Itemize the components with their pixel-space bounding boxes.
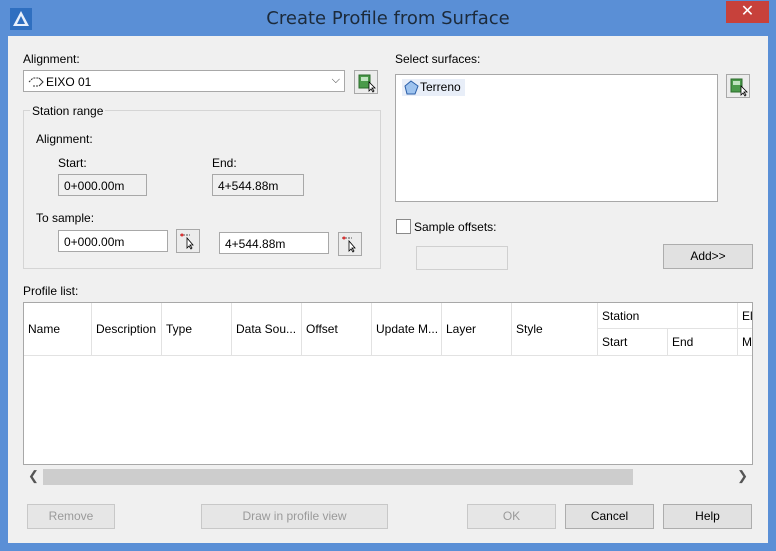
dialog-window: Create Profile from Surface ✕ Alignment:…: [0, 0, 776, 551]
pick-from-drawing-icon: [730, 78, 748, 97]
sample-offsets-label: Sample offsets:: [414, 220, 497, 234]
header-divider: [24, 355, 752, 356]
alignment-combobox[interactable]: EIXO 01 ⌵: [23, 70, 345, 92]
pick-station-icon: [342, 236, 356, 253]
surface-name: Terreno: [420, 80, 461, 94]
column-header-data-source[interactable]: Data Sou...: [232, 303, 302, 355]
surface-icon: [404, 80, 419, 95]
pick-surface-button[interactable]: [726, 74, 750, 98]
start-label: Start:: [58, 156, 87, 170]
column-header-station-start[interactable]: Start: [598, 329, 668, 355]
title-bar: Create Profile from Surface ✕: [0, 0, 776, 36]
surface-list-item[interactable]: Terreno: [402, 79, 465, 96]
scrollbar-thumb[interactable]: [43, 469, 633, 485]
help-button[interactable]: Help: [663, 504, 752, 529]
end-label: End:: [212, 156, 237, 170]
alignment-label: Alignment:: [23, 52, 80, 66]
to-sample-label: To sample:: [36, 211, 95, 225]
pick-sample-start-button[interactable]: [176, 229, 200, 253]
sample-offsets-input[interactable]: [416, 246, 508, 270]
start-station-readonly: 0+000.00m: [58, 174, 147, 196]
scroll-left-icon[interactable]: ❮: [28, 468, 39, 484]
pick-sample-end-button[interactable]: [338, 232, 362, 256]
pick-alignment-button[interactable]: [354, 70, 378, 94]
column-header-offset[interactable]: Offset: [302, 303, 372, 355]
remove-button[interactable]: Remove: [27, 504, 115, 529]
window-title: Create Profile from Surface: [266, 8, 510, 29]
alignment-icon: [28, 77, 44, 87]
add-button[interactable]: Add>>: [663, 244, 753, 269]
cancel-button[interactable]: Cancel: [565, 504, 654, 529]
column-group-station: Station: [598, 303, 738, 329]
column-header-style[interactable]: Style: [512, 303, 598, 355]
column-header-name[interactable]: Name: [24, 303, 92, 355]
scroll-right-icon[interactable]: ❯: [737, 468, 748, 484]
column-header-elevation-min[interactable]: M: [738, 329, 752, 355]
ok-button[interactable]: OK: [467, 504, 556, 529]
sample-start-input[interactable]: 0+000.00m: [58, 230, 168, 252]
station-range-label: Station range: [30, 104, 106, 118]
end-station-readonly: 4+544.88m: [212, 174, 304, 196]
station-alignment-label: Alignment:: [36, 132, 93, 146]
surfaces-list[interactable]: Terreno: [395, 74, 718, 202]
sample-offsets-checkbox[interactable]: [396, 219, 411, 234]
column-header-layer[interactable]: Layer: [442, 303, 512, 355]
close-button[interactable]: ✕: [726, 1, 769, 23]
column-header-update-mode[interactable]: Update M...: [372, 303, 442, 355]
draw-in-profile-view-button[interactable]: Draw in profile view: [201, 504, 388, 529]
select-surfaces-label: Select surfaces:: [395, 52, 481, 66]
dialog-body: Alignment: EIXO 01 ⌵ Station range Align…: [8, 36, 768, 543]
column-header-type[interactable]: Type: [162, 303, 232, 355]
pick-from-drawing-icon: [358, 74, 376, 93]
column-header-description[interactable]: Description: [92, 303, 162, 355]
chevron-down-icon: ⌵: [331, 74, 340, 86]
profile-list-label: Profile list:: [23, 284, 79, 298]
column-header-station-end[interactable]: End: [668, 329, 738, 355]
column-group-elevation: El: [738, 303, 752, 329]
horizontal-scrollbar[interactable]: ❮ ❯: [23, 465, 753, 489]
sample-end-input[interactable]: 4+544.88m: [219, 232, 329, 254]
pick-station-icon: [180, 233, 194, 250]
profile-list-grid[interactable]: Name Description Type Data Sou... Offset…: [23, 302, 753, 465]
alignment-value: EIXO 01: [46, 75, 92, 89]
